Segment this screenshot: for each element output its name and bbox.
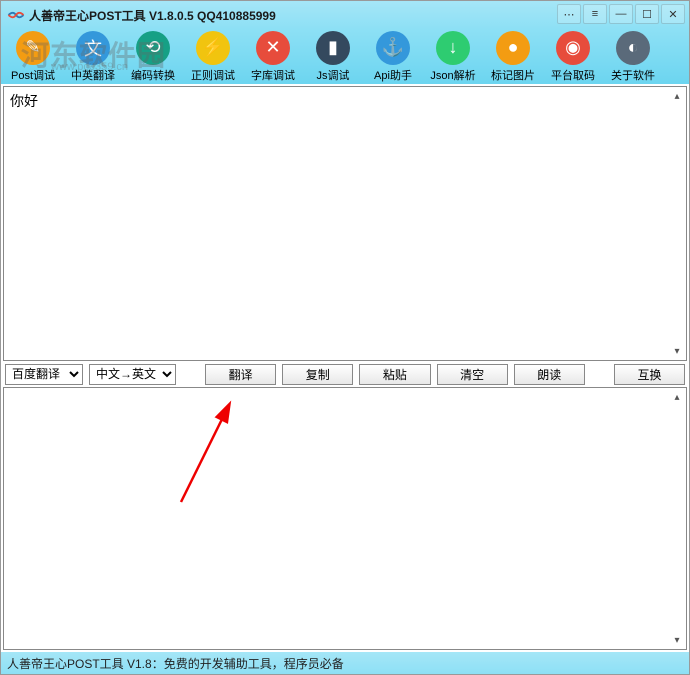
toolbar-label: 正则调试	[191, 67, 235, 83]
toolbar-regex-icon[interactable]: ⚡ 正则调试	[183, 29, 243, 84]
toolbar-font-icon[interactable]: ✕ 字库调试	[243, 29, 303, 84]
about-icon: ◐	[616, 31, 650, 65]
toolbar-label: Json解析	[430, 67, 475, 83]
minimize-button[interactable]: —	[609, 4, 633, 24]
toolbar-json-icon[interactable]: ↓ Json解析	[423, 29, 483, 84]
toolbar-label: Api助手	[374, 67, 412, 83]
app-window: 人善帝王心POST工具 V1.8.0.5 QQ410885999 ⋯ ≡ — ☐…	[0, 0, 690, 675]
paste-button[interactable]: 粘贴	[359, 364, 430, 385]
scroll-up-icon[interactable]: ▴	[670, 390, 684, 404]
toolbar-label: 关于软件	[611, 67, 655, 83]
translate-button[interactable]: 翻译	[205, 364, 276, 385]
copy-button[interactable]: 复制	[282, 364, 353, 385]
mark-icon: ●	[496, 31, 530, 65]
toolbar-label: 编码转换	[131, 67, 175, 83]
window-controls: ⋯ ≡ — ☐ ✕	[557, 4, 685, 24]
toolbar-post-icon[interactable]: ✎ Post调试	[3, 29, 63, 84]
toolbar: 河东软件园 www.pc0359.cn ✎Post调试文中英翻译⟲编码转换⚡正则…	[1, 29, 689, 84]
toolbar-label: 标记图片	[491, 67, 535, 83]
toolbar-label: Post调试	[11, 67, 55, 83]
toolbar-translate-icon[interactable]: 文中英翻译	[63, 29, 123, 84]
direction-select[interactable]: 中文→英文	[89, 364, 176, 385]
scroll-down-icon[interactable]: ▾	[670, 633, 684, 647]
translate-icon: 文	[76, 31, 110, 65]
input-textarea-wrap: ▴ ▾	[3, 86, 687, 361]
engine-select[interactable]: 百度翻译	[5, 364, 83, 385]
help-button[interactable]: ⋯	[557, 4, 581, 24]
scroll-up-icon[interactable]: ▴	[670, 89, 684, 103]
regex-icon: ⚡	[196, 31, 230, 65]
code-icon: ◉	[556, 31, 590, 65]
close-button[interactable]: ✕	[661, 4, 685, 24]
clear-button[interactable]: 清空	[437, 364, 508, 385]
toolbar-encode-icon[interactable]: ⟲ 编码转换	[123, 29, 183, 84]
input-textarea[interactable]	[4, 87, 668, 360]
toolbar-api-icon[interactable]: ⚓ Api助手	[363, 29, 423, 84]
content-area: ▴ ▾ 百度翻译 中文→英文 翻译 复制 粘贴 清空 朗读 互换 ▴ ▾	[1, 84, 689, 652]
toolbar-label: 字库调试	[251, 67, 295, 83]
scroll-down-icon[interactable]: ▾	[670, 344, 684, 358]
toolbar-mark-icon[interactable]: ● 标记图片	[483, 29, 543, 84]
encode-icon: ⟲	[136, 31, 170, 65]
font-icon: ✕	[256, 31, 290, 65]
controls-row: 百度翻译 中文→英文 翻译 复制 粘贴 清空 朗读 互换	[3, 361, 687, 387]
settings-button[interactable]: ≡	[583, 4, 607, 24]
swap-button[interactable]: 互换	[614, 364, 685, 385]
post-icon: ✎	[16, 31, 50, 65]
api-icon: ⚓	[376, 31, 410, 65]
titlebar[interactable]: 人善帝王心POST工具 V1.8.0.5 QQ410885999 ⋯ ≡ — ☐…	[1, 1, 689, 29]
statusbar: 人善帝王心POST工具 V1.8：免费的开发辅助工具，程序员必备	[1, 652, 689, 674]
output-textarea[interactable]	[4, 388, 668, 649]
toolbar-code-icon[interactable]: ◉ 平台取码	[543, 29, 603, 84]
toolbar-about-icon[interactable]: ◐ 关于软件	[603, 29, 663, 84]
maximize-button[interactable]: ☐	[635, 4, 659, 24]
window-title: 人善帝王心POST工具 V1.8.0.5 QQ410885999	[29, 7, 276, 24]
toolbar-js-icon[interactable]: ▮ Js调试	[303, 29, 363, 84]
toolbar-label: 平台取码	[551, 67, 595, 83]
json-icon: ↓	[436, 31, 470, 65]
app-icon	[7, 9, 25, 21]
toolbar-label: 中英翻译	[71, 67, 115, 83]
output-textarea-wrap: ▴ ▾	[3, 387, 687, 650]
js-icon: ▮	[316, 31, 350, 65]
toolbar-label: Js调试	[317, 67, 350, 83]
status-text: 人善帝王心POST工具 V1.8：免费的开发辅助工具，程序员必备	[7, 655, 344, 672]
speak-button[interactable]: 朗读	[514, 364, 585, 385]
